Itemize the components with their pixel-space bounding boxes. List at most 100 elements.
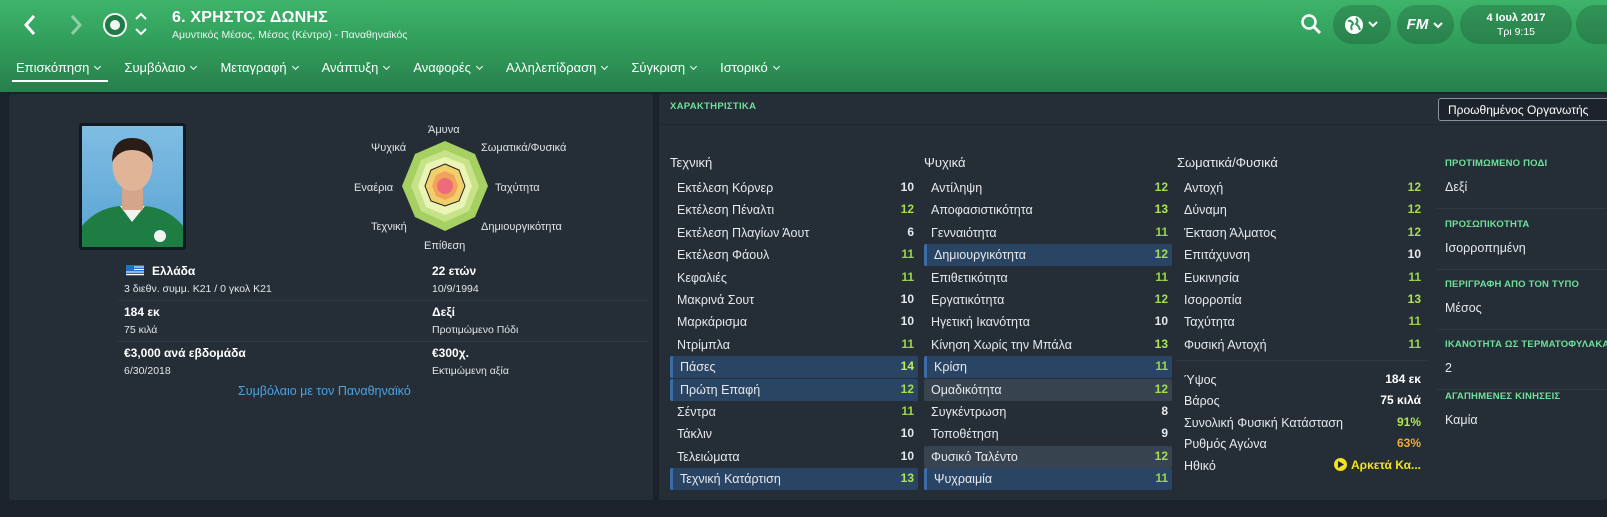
attribute-value: 12: [1154, 448, 1168, 463]
attribute-row[interactable]: Τελειώματα 10: [670, 446, 918, 468]
attribute-row[interactable]: Συγκέντρωση 8: [924, 401, 1172, 423]
height: 184 εκ: [124, 305, 160, 319]
divider: [1437, 329, 1607, 330]
tab-interaction[interactable]: Αλληλεπίδραση: [490, 56, 615, 84]
attribute-row[interactable]: Σέντρα 11: [670, 401, 918, 423]
attribute-row[interactable]: Αντοχή 12: [1177, 177, 1425, 199]
info-label: ΠΕΡΙΓΡΑΦΗ ΑΠΟ ΤΟΝ ΤΥΠΟ: [1445, 279, 1580, 290]
attribute-row[interactable]: Κίνηση Χωρίς την Μπάλα 13: [924, 334, 1172, 356]
greece-flag-icon: [126, 265, 144, 276]
player-photo: [79, 123, 186, 250]
attribute-row[interactable]: Γενναιότητα 11: [924, 222, 1172, 244]
attribute-value: 10: [900, 426, 914, 441]
attribute-value: 11: [901, 247, 914, 262]
radar-label-speed: Ταχύτητα: [495, 182, 540, 194]
attribute-row[interactable]: Εκτέλεση Φάουλ 11: [670, 244, 918, 266]
attribute-row[interactable]: Τάκλιν 10: [670, 423, 918, 445]
attribute-row[interactable]: Εκτέλεση Πέναλτι 12: [670, 199, 918, 221]
attribute-row[interactable]: Πρώτη Επαφή 12: [670, 378, 918, 401]
attribute-name: Κίνηση Χωρίς την Μπάλα: [931, 337, 1072, 352]
chevron-down-icon: [1433, 21, 1444, 28]
attribute-name: Συγκέντρωση: [931, 405, 1007, 419]
attribute-value: 6: [907, 224, 914, 239]
player-switch-icon[interactable]: [134, 11, 148, 39]
radar-label-technique: Τεχνική: [371, 221, 407, 233]
attribute-row[interactable]: Κεφαλιές 11: [670, 267, 918, 289]
back-arrow-icon: [23, 15, 36, 35]
estimated-value-label: Εκτιμώμενη αξία: [432, 365, 509, 377]
attributes-heading: ΧΑΡΑΚΤΗΡΙΣΤΙΚΑ: [670, 101, 757, 112]
tab-reports[interactable]: Αναφορές: [397, 56, 490, 84]
attribute-value: 12: [1154, 381, 1168, 396]
fm-menu-button[interactable]: FM: [1397, 5, 1454, 44]
attribute-row[interactable]: Δύναμη 12: [1177, 199, 1425, 221]
tab-menu: Επισκόπηση Συμβόλαιο Μεταγραφή Ανάπτυξη …: [0, 56, 787, 84]
globe-icon: [1345, 15, 1378, 34]
attribute-row[interactable]: Εκτέλεση Πλαγίων Άουτ 6: [670, 222, 918, 244]
attribute-row[interactable]: Εργατικότητα 12: [924, 289, 1172, 311]
attribute-row[interactable]: Αντίληψη 12: [924, 177, 1172, 199]
tab-history[interactable]: Ιστορικό: [704, 56, 787, 84]
stat-name: Ηθικό: [1184, 458, 1216, 473]
back-button[interactable]: [17, 10, 43, 40]
preferred-foot: Δεξί: [432, 305, 455, 319]
attribute-row[interactable]: Μαρκάρισμα 10: [670, 311, 918, 333]
divider: [1437, 269, 1607, 270]
attribute-row[interactable]: Έκταση Άλματος 12: [1177, 222, 1425, 244]
attribute-row[interactable]: Τεχνική Κατάρτιση 13: [670, 468, 918, 491]
attribute-row[interactable]: Ηγετική Ικανότητα 10: [924, 311, 1172, 333]
attribute-row[interactable]: Ψυχραιμία 11: [924, 468, 1172, 491]
attribute-row[interactable]: Αποφασιστικότητα 13: [924, 199, 1172, 221]
attribute-row[interactable]: Επιτάχυνση 10: [1177, 244, 1425, 266]
attribute-name: Φυσική Αντοχή: [1184, 337, 1267, 352]
attribute-row[interactable]: Ταχύτητα 11: [1177, 311, 1425, 333]
club-crest-icon[interactable]: [103, 13, 127, 37]
info-value: Ισορροπημένη: [1445, 241, 1526, 255]
attribute-row[interactable]: Δημιουργικότητα 12: [924, 244, 1172, 267]
attribute-value: 14: [900, 359, 914, 374]
attribute-row[interactable]: Επιθετικότητα 11: [924, 267, 1172, 289]
tab-transfer[interactable]: Μεταγραφή: [204, 56, 305, 84]
stat-value: 91%: [1396, 414, 1421, 429]
attribute-row[interactable]: Ευκινησία 11: [1177, 267, 1425, 289]
continue-button[interactable]: [1576, 5, 1607, 44]
attribute-name: Πάσες: [680, 360, 716, 375]
divider: [118, 300, 648, 301]
stat-name: Βάρος: [1184, 394, 1220, 409]
role-dropdown[interactable]: Προωθημένος Οργανωτής: [1438, 98, 1607, 121]
attribute-row[interactable]: Κρίση 11: [924, 356, 1172, 379]
divider: [1437, 389, 1607, 390]
tab-overview[interactable]: Επισκόπηση: [0, 56, 109, 84]
info-label: ΠΡΟΤΙΜΩΜΕΝΟ ΠΟΔΙ: [1445, 158, 1548, 169]
attribute-name: Ομαδικότητα: [931, 382, 1002, 397]
attribute-name: Ψυχραιμία: [934, 472, 993, 487]
attribute-value: 10: [900, 448, 914, 463]
attribute-row[interactable]: Ισορροπία 13: [1177, 289, 1425, 311]
attribute-row[interactable]: Φυσικό Ταλέντο 12: [924, 445, 1172, 468]
forward-button[interactable]: [63, 10, 89, 40]
attribute-row[interactable]: Πάσες 14: [670, 356, 918, 379]
radar-center: [437, 178, 453, 194]
contract-link[interactable]: Συμβόλαιο με τον Παναθηναϊκό: [238, 384, 411, 398]
attribute-row[interactable]: Φυσική Αντοχή 11: [1177, 334, 1425, 356]
attribute-row[interactable]: Εκτέλεση Κόρνερ 10: [670, 177, 918, 199]
date-continue-button[interactable]: 4 Ιουλ 2017 Τρι 9:15: [1460, 5, 1572, 44]
attribute-value: 10: [900, 314, 914, 329]
attribute-row[interactable]: Ντρίμπλα 11: [670, 334, 918, 356]
page-title: 6. ΧΡΗΣΤΟΣ ΔΩΝΗΣ: [172, 9, 328, 26]
stat-value: 63%: [1396, 436, 1421, 451]
search-icon: [1301, 14, 1322, 35]
attribute-row[interactable]: Τοποθέτηση 9: [924, 423, 1172, 445]
attribute-value: 13: [1154, 336, 1168, 351]
attribute-value: 11: [901, 269, 914, 284]
radar-label-mental: Ψυχικά: [371, 142, 407, 154]
world-menu-button[interactable]: [1333, 5, 1391, 44]
attribute-name: Ισορροπία: [1184, 293, 1242, 307]
radar-label-defence: Άμυνα: [428, 124, 460, 136]
attribute-row[interactable]: Μακρινά Σουτ 10: [670, 289, 918, 311]
tab-comparison[interactable]: Σύγκριση: [615, 56, 704, 84]
tab-development[interactable]: Ανάπτυξη: [306, 56, 398, 84]
attribute-row[interactable]: Ομαδικότητα 12: [924, 378, 1172, 401]
search-button[interactable]: [1300, 13, 1322, 35]
tab-contract[interactable]: Συμβόλαιο: [108, 56, 204, 84]
